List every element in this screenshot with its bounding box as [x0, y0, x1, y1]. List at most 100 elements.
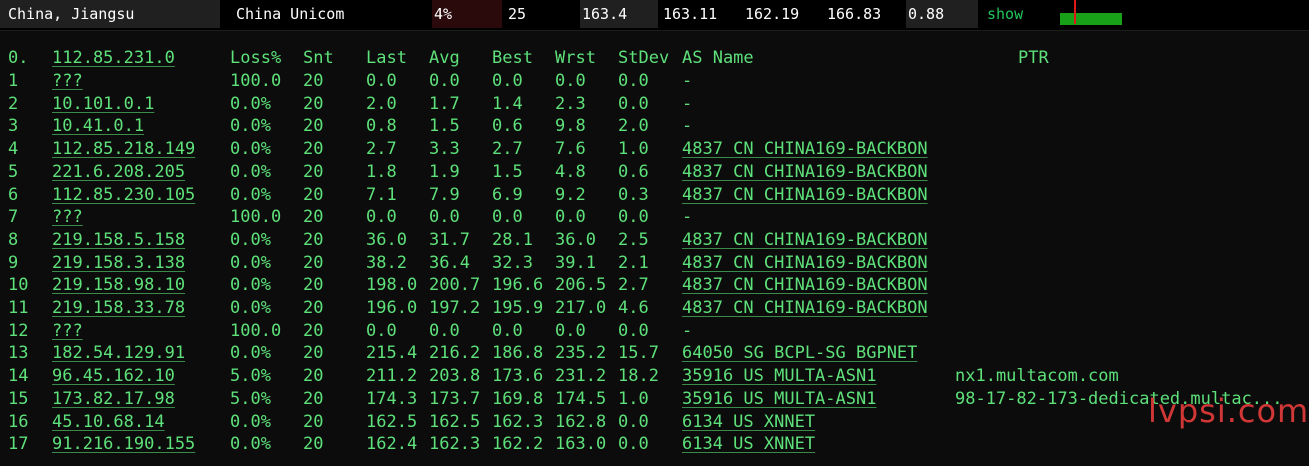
hop-host[interactable]: 221.6.208.205: [52, 161, 185, 183]
hop-last: 2.0: [366, 93, 397, 114]
hop-avg: 197.2: [429, 298, 481, 318]
table-row: 7??? 100.0 20 0.0 0.0 0.0 0.0 0.0 -: [0, 206, 1309, 228]
hop-number: 5: [8, 161, 19, 182]
hop-host[interactable]: 219.158.98.10: [52, 274, 185, 296]
hop-loss: 5.0%: [230, 388, 271, 409]
table-row: 17 91.216.190.155 0.0% 20 162.4 162.3 162.2 163…: [0, 433, 1309, 455]
hop-as-name[interactable]: 4837 CN CHINA169-BACKBON: [682, 138, 928, 160]
hop-host[interactable]: 112.85.230.105: [52, 184, 195, 206]
hop-as-name[interactable]: 4837 CN CHINA169-BACKBON: [682, 184, 928, 206]
hop-best: 173.6: [492, 366, 544, 387]
hop-host[interactable]: ???: [52, 70, 83, 92]
hop-best: 2.7: [492, 139, 523, 160]
table-row: 13 182.54.129.91 0.0% 20 215.4 216.2 186.8 235.…: [0, 342, 1309, 364]
hop-stdev: 0.0: [618, 93, 649, 114]
hop-snt: 20: [303, 252, 324, 273]
hop-wrst: 9.2: [555, 184, 586, 205]
hop-host[interactable]: 182.54.129.91: [52, 342, 185, 364]
hop-snt: 20: [303, 320, 324, 341]
hop-avg: 7.9: [429, 184, 460, 205]
hop-as-name[interactable]: 4837 CN CHINA169-BACKBON: [682, 252, 928, 274]
hop-snt: 20: [303, 229, 324, 250]
hop-as-name[interactable]: 35916 US MULTA-ASN1: [682, 388, 876, 410]
hop-best: 0.6: [492, 116, 523, 137]
table-row: 12??? 100.0 20 0.0 0.0 0.0 0.0 0.0 -: [0, 320, 1309, 342]
hop-host[interactable]: 10.101.0.1: [52, 93, 154, 115]
hop-host[interactable]: 96.45.162.10: [52, 365, 175, 387]
hop-last: 1.8: [366, 161, 397, 182]
hop-wrst: 0.0: [555, 71, 586, 91]
hop-stdev: 2.1: [618, 252, 649, 273]
hop-wrst: 36.0: [555, 229, 596, 250]
hop-best: 1.5: [492, 161, 523, 182]
hop-number: 15: [8, 388, 29, 409]
hop-loss: 100.0: [230, 207, 282, 228]
hop-snt: 20: [303, 161, 324, 182]
hop-host[interactable]: 91.216.190.155: [52, 433, 195, 455]
header-source-host[interactable]: 112.85.231.0: [52, 47, 175, 69]
hop-snt: 20: [303, 116, 324, 137]
hop-last: 211.2: [366, 366, 418, 387]
hop-as-name[interactable]: 35916 US MULTA-ASN1: [682, 365, 876, 387]
hop-stdev: 15.7: [618, 343, 659, 364]
hop-wrst: 174.5: [555, 388, 607, 409]
hop-host[interactable]: 112.85.218.149: [52, 138, 195, 160]
header-loss: Loss%: [230, 48, 282, 68]
hop-host[interactable]: 219.158.33.78: [52, 297, 185, 319]
hop-as-name[interactable]: 4837 CN CHINA169-BACKBON: [682, 161, 928, 183]
hop-number: 7: [8, 207, 19, 228]
hop-avg: 3.3: [429, 139, 460, 160]
hop-snt: 20: [303, 434, 324, 455]
hop-host[interactable]: ???: [52, 206, 83, 228]
hop-host[interactable]: ???: [52, 320, 83, 342]
hop-loss: 5.0%: [230, 366, 271, 387]
hop-as-name[interactable]: 6134 US XNNET: [682, 411, 815, 433]
hop-host[interactable]: 10.41.0.1: [52, 115, 144, 137]
hop-host[interactable]: 219.158.3.138: [52, 252, 185, 274]
hop-avg: 0.0: [429, 71, 460, 91]
summary-best: 162.19: [745, 5, 800, 23]
hop-stdev: 18.2: [618, 366, 659, 387]
hop-stdev: 0.6: [618, 161, 649, 182]
hop-host[interactable]: 219.158.5.158: [52, 229, 185, 251]
hop-as-name[interactable]: 4837 CN CHINA169-BACKBON: [682, 229, 928, 251]
hop-last: 215.4: [366, 343, 418, 364]
hop-stdev: 0.0: [618, 207, 649, 228]
hop-as-name: -: [682, 116, 693, 137]
hop-stdev: 2.0: [618, 116, 649, 137]
table-row: 10 219.158.98.10 0.0% 20 198.0 200.7 196.6 206.…: [0, 274, 1309, 296]
hop-avg: 0.0: [429, 207, 460, 228]
traceroute-panel: 0. 112.85.231.0 Loss% Snt Last Avg Best …: [0, 30, 1309, 466]
header-snt: Snt: [303, 48, 334, 68]
hop-loss: 0.0%: [230, 275, 271, 296]
hop-host[interactable]: 45.10.68.14: [52, 411, 165, 433]
hop-host[interactable]: 173.82.17.98: [52, 388, 175, 410]
hop-as-name: -: [682, 207, 693, 228]
hop-as-name: -: [682, 71, 693, 91]
hop-as-name[interactable]: 4837 CN CHINA169-BACKBON: [682, 297, 928, 319]
hop-as-name[interactable]: 64050 SG BCPL-SG BGPNET: [682, 342, 917, 364]
header-last: Last: [366, 48, 407, 68]
hop-loss: 0.0%: [230, 434, 271, 455]
hop-avg: 162.5: [429, 411, 481, 432]
hop-as-name[interactable]: 6134 US XNNET: [682, 433, 815, 455]
table-row: 11 219.158.33.78 0.0% 20 196.0 197.2 195.9 217.…: [0, 297, 1309, 319]
table-header: 0. 112.85.231.0 Loss% Snt Last Avg Best …: [0, 47, 1309, 69]
hop-ptr: nx1.multacom.com: [955, 366, 1119, 387]
hop-avg: 1.7: [429, 93, 460, 114]
isp-label: China Unicom: [236, 5, 345, 23]
hop-last: 7.1: [366, 184, 397, 205]
hop-wrst: 0.0: [555, 207, 586, 228]
hop-stdev: 1.0: [618, 139, 649, 160]
hop-best: 195.9: [492, 298, 544, 318]
hop-snt: 20: [303, 411, 324, 432]
hop-loss: 0.0%: [230, 93, 271, 114]
hop-as-name[interactable]: 4837 CN CHINA169-BACKBON: [682, 274, 928, 296]
hop-last: 2.7: [366, 139, 397, 160]
hop-wrst: 217.0: [555, 298, 607, 318]
hop-number: 11: [8, 298, 29, 318]
hop-wrst: 2.3: [555, 93, 586, 114]
hop-avg: 162.3: [429, 434, 481, 455]
show-button[interactable]: show: [983, 0, 1053, 28]
hop-best: 196.6: [492, 275, 544, 296]
